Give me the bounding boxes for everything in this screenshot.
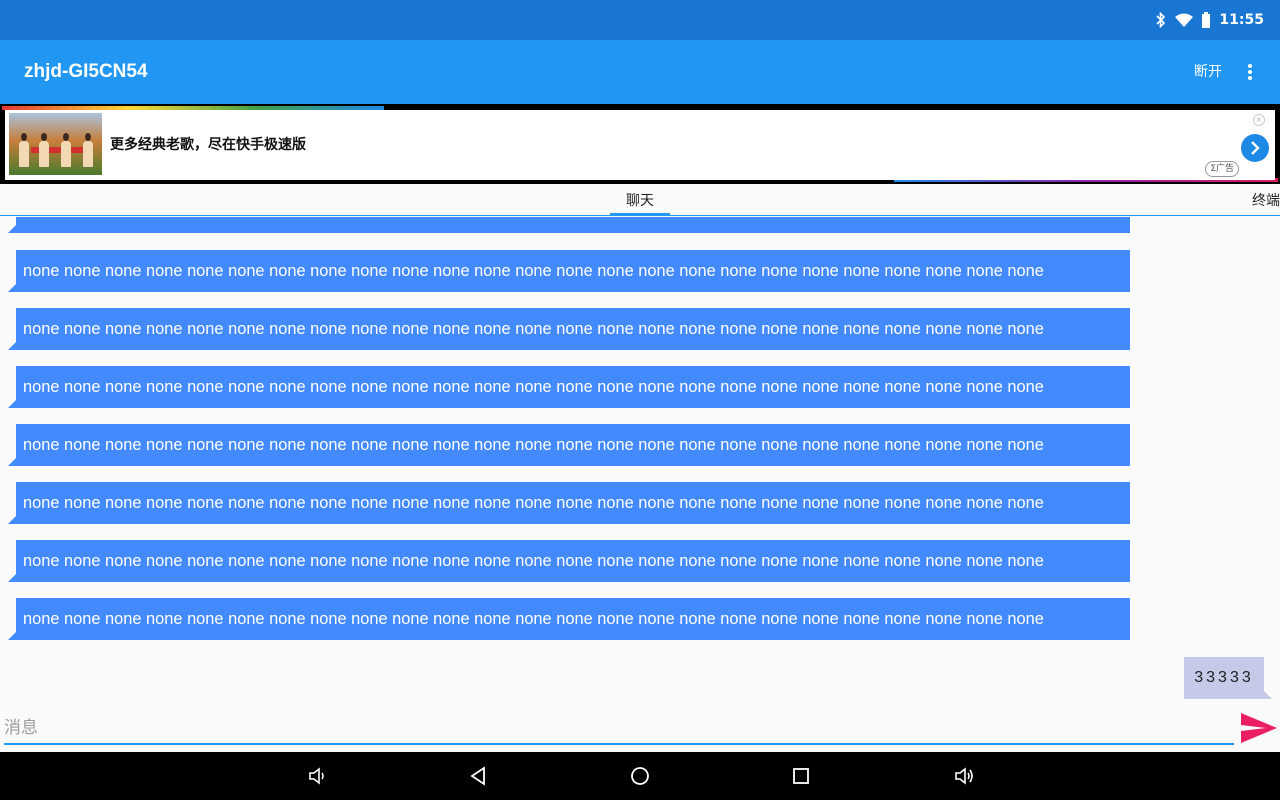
received-message: none none none none none none none none …	[16, 424, 1130, 466]
ad-content[interactable]: 更多经典老歌，尽在快手极速版 × Σ广告	[5, 110, 1275, 180]
status-icons: 11:55	[1155, 0, 1264, 40]
tab-chat[interactable]: 聊天	[600, 184, 680, 216]
received-message: none none none none none none none none …	[16, 250, 1130, 292]
sent-bubble-tail	[1264, 691, 1272, 699]
wifi-icon	[1175, 13, 1194, 27]
bubble-tail	[8, 342, 16, 350]
bubble-tail	[8, 458, 16, 466]
received-message: none none none none none none none none …	[16, 540, 1130, 582]
ad-banner[interactable]: 更多经典老歌，尽在快手极速版 × Σ广告	[0, 104, 1280, 184]
send-icon	[1241, 713, 1277, 743]
received-message: none none none none none none none none …	[16, 308, 1130, 350]
bubble-tail	[8, 225, 16, 233]
bubble-tail	[8, 400, 16, 408]
ad-text: 更多经典老歌，尽在快手极速版	[110, 137, 306, 153]
bubble-tail	[8, 516, 16, 524]
app-bar: zhjd-GI5CN54 断开	[0, 40, 1280, 104]
tab-indicator	[610, 213, 670, 215]
bubble-tail	[8, 632, 16, 640]
message-list[interactable]: none none none none none none none none …	[0, 217, 1280, 707]
ad-close-icon[interactable]: ×	[1253, 114, 1265, 126]
navigation-bar	[0, 752, 1280, 800]
received-message: none none none none none none none none …	[16, 366, 1130, 408]
ad-open-button[interactable]	[1241, 134, 1269, 162]
chevron-right-icon	[1251, 141, 1260, 155]
device-title: zhjd-GI5CN54	[24, 61, 148, 82]
tab-terminal[interactable]: 终端	[1252, 184, 1280, 216]
volume-up-icon[interactable]	[952, 764, 976, 788]
bubble-tail	[8, 574, 16, 582]
composer	[0, 707, 1280, 752]
volume-down-icon[interactable]	[306, 764, 330, 788]
send-button[interactable]	[1240, 711, 1278, 745]
ad-image	[9, 113, 102, 175]
received-message: none none none none none none none none …	[16, 482, 1130, 524]
home-icon[interactable]	[628, 764, 652, 788]
bluetooth-icon	[1155, 12, 1167, 28]
clock: 11:55	[1219, 12, 1264, 28]
ad-label: Σ广告	[1205, 161, 1239, 177]
disconnect-button[interactable]: 断开	[1194, 40, 1222, 104]
back-icon[interactable]	[467, 764, 491, 788]
battery-icon	[1201, 12, 1211, 28]
received-message: none none none none none none none none …	[16, 217, 1130, 233]
sent-message: 33333	[1184, 657, 1264, 699]
tab-strip: 聊天 终端	[0, 184, 1280, 216]
more-vert-icon	[1248, 64, 1252, 80]
bubble-tail	[8, 284, 16, 292]
received-message: none none none none none none none none …	[16, 598, 1130, 640]
overflow-menu-button[interactable]	[1240, 60, 1260, 84]
message-input[interactable]	[4, 713, 1234, 745]
status-bar: 11:55	[0, 0, 1280, 40]
recents-icon[interactable]	[789, 764, 813, 788]
